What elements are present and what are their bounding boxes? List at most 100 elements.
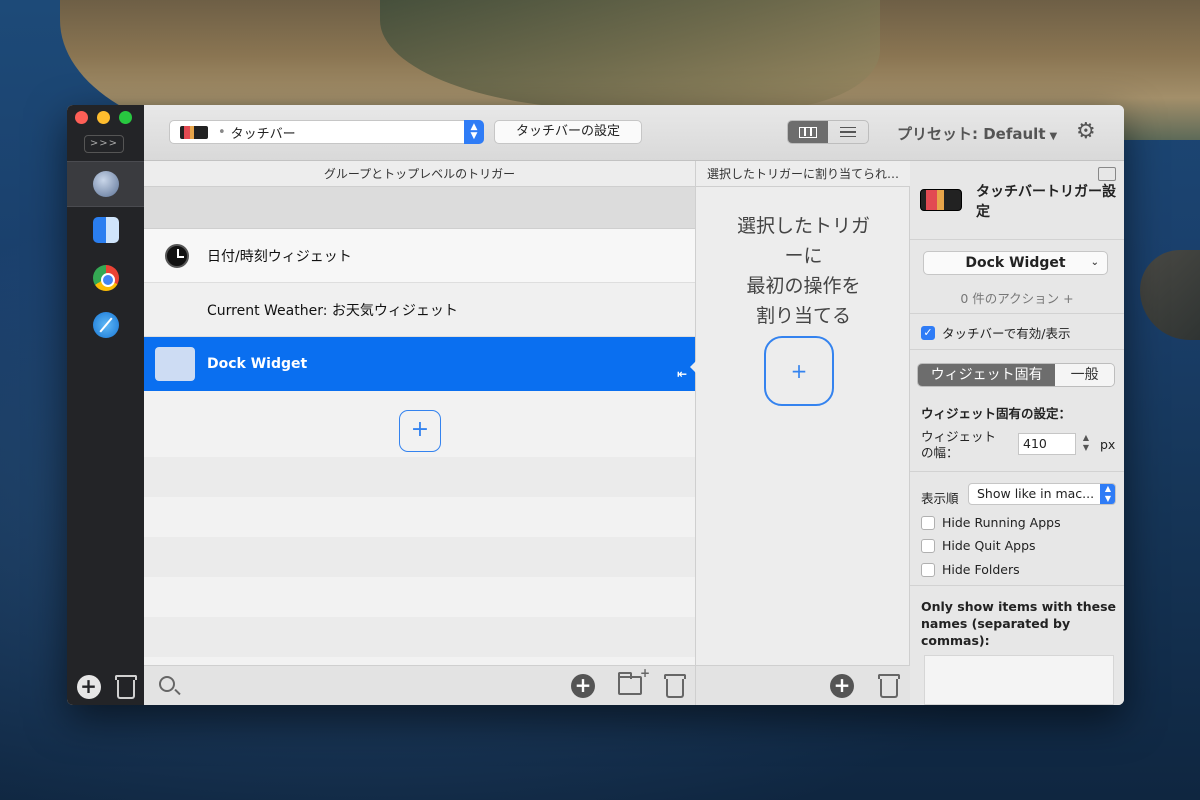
pin-left-icon: ⇤ [676,367,687,381]
panel-toggle-icon[interactable] [1098,167,1116,181]
trigger-settings-panel: タッチバートリガー設定 Dock Widget ⌄ 0 件のアクション + ✓ … [910,161,1124,705]
chrome-icon [92,265,119,291]
chevron-down-icon: ⌄ [1090,257,1099,268]
widget-width-label: ウィジェットの幅： [921,429,997,460]
globe-icon [92,171,119,197]
hint-line: 最初の操作を [746,275,861,297]
option-label: Hide Running Apps [942,515,1061,530]
view-mode-toggle [787,120,869,144]
trigger-row-weather[interactable]: Current Weather: お天気ウィジェット [144,283,695,337]
list-stripe [144,617,695,657]
actions-bottom-bar: + [696,665,911,705]
triggers-panel: グループとトップレベルのトリガー 日付/時刻ウィジェット Current Wea… [144,161,695,705]
tab-widget-specific[interactable]: ウィジェット固有 [918,364,1056,386]
add-folder-icon[interactable] [618,666,650,695]
enable-touchbar-checkbox-row[interactable]: ✓ タッチバーで有効/表示 [921,323,1070,342]
triggers-column-header: グループとトップレベルのトリガー [144,161,695,187]
touchbar-select-value: タッチバー [230,126,296,142]
preset-label: プリセット: Default [897,125,1046,143]
trigger-row-datetime[interactable]: 日付/時刻ウィジェット [144,229,695,283]
divider [910,239,1124,240]
toolbar: • タッチバー ▲ ▼ タッチバーの設定 プリセット: Default ▼ ⚙ [144,105,1124,161]
hint-line: 選択したトリガ [736,215,870,237]
dock-icon [155,347,195,381]
delete-action-button[interactable] [876,674,900,698]
add-action-button[interactable]: + [830,674,854,698]
settings-tabs: ウィジェット固有 一般 [917,363,1115,387]
list-icon [840,127,856,137]
names-filter-input[interactable] [924,655,1114,705]
chevron-down-icon: ▼ [1049,131,1058,142]
divider [910,313,1124,314]
close-button[interactable] [75,111,88,124]
touchbar-type-select[interactable]: • タッチバー ▲ ▼ [169,120,484,144]
divider [910,471,1124,472]
assign-action-button[interactable]: + [764,336,834,406]
btt-window: >>> + • タッチバー ▲ ▼ タッチバーの設定 プリセット: Defaul… [67,105,1124,705]
touchbar-settings-button[interactable]: タッチバーの設定 [494,120,642,144]
list-stripe [144,537,695,577]
trigger-label: 日付/時刻ウィジェット [207,248,352,265]
widget-width-input[interactable]: 410 [1018,433,1076,455]
hint-line: 割り当てる [755,305,851,327]
names-filter-label: Only show items with these names (separa… [921,599,1117,648]
select-stepper-icon: ▲ ▼ [464,120,484,144]
app-sidebar: >>> + [67,105,144,705]
window-controls [75,111,132,124]
select-stepper-icon: ▲ ▼ [1100,484,1115,504]
width-stepper[interactable]: ▲ ▼ [1080,433,1092,455]
add-trigger-button[interactable]: + [399,410,441,452]
columns-icon [799,126,817,138]
enable-checkbox[interactable]: ✓ [921,325,935,340]
actions-panel: 選択したトリガーに割り当てられ… 選択したトリガ ーに 最初の操作を 割り当てる… [695,161,911,705]
hide-quit-apps-row[interactable]: Hide Quit Apps [921,538,1036,553]
sidebar-app-finder[interactable] [67,207,144,253]
add-trigger-circle-button[interactable]: + [571,674,595,698]
triggers-bottom-bar: + [144,665,695,705]
trigger-label: Current Weather: お天気ウィジェット [207,302,458,319]
trigger-type-select[interactable]: Dock Widget ⌄ [923,251,1108,275]
order-value: Show like in mac... [977,486,1095,501]
delete-app-button[interactable] [113,675,137,699]
tab-general[interactable]: 一般 [1055,364,1114,386]
divider [910,349,1124,350]
sidebar-app-global[interactable] [67,161,144,207]
group-bar [144,187,695,229]
hide-running-apps-checkbox[interactable] [921,515,935,530]
width-unit: px [1100,437,1116,452]
column-view-button[interactable] [788,121,828,143]
hide-folders-checkbox[interactable] [921,562,935,577]
enable-label: タッチバーで有効/表示 [942,326,1071,341]
clock-icon [165,244,189,268]
hide-running-apps-row[interactable]: Hide Running Apps [921,515,1061,530]
gear-icon[interactable]: ⚙ [1076,120,1096,144]
touchbar-icon [180,125,208,139]
order-label: 表示順 [921,491,959,506]
sidebar-app-chrome[interactable] [67,255,144,301]
sidebar-app-safari[interactable] [67,302,144,348]
bullet-dot: • [218,124,226,140]
minimize-button[interactable] [97,111,110,124]
hide-quit-apps-checkbox[interactable] [921,538,935,553]
hide-folders-row[interactable]: Hide Folders [921,562,1020,577]
trigger-row-dock-widget[interactable]: Dock Widget ⇤ [144,337,695,391]
sidebar-bottom-bar: + [67,675,144,699]
expand-sidebar-button[interactable]: >>> [84,135,124,153]
widget-settings-heading: ウィジェット固有の設定： [921,406,1072,421]
add-app-button[interactable]: + [76,675,101,699]
assign-action-hint: 選択したトリガ ーに 最初の操作を 割り当てる [696,211,911,331]
action-count[interactable]: 0 件のアクション + [910,288,1124,307]
trigger-label: Dock Widget [207,356,308,372]
delete-trigger-button[interactable] [662,674,686,698]
order-select[interactable]: Show like in mac... ▲ ▼ [968,483,1116,505]
hint-line: ーに [784,245,823,267]
preset-selector[interactable]: プリセット: Default ▼ [897,123,1057,144]
list-stripe [144,457,695,497]
safari-icon [92,312,119,338]
list-view-button[interactable] [828,121,868,143]
trigger-type-value: Dock Widget [965,255,1066,271]
divider [910,585,1124,586]
touchbar-icon [920,189,962,211]
search-icon[interactable] [159,676,175,692]
zoom-button[interactable] [119,111,132,124]
